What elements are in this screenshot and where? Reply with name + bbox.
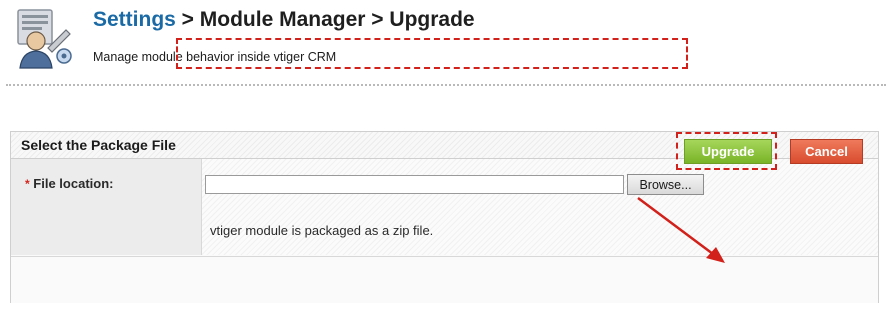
- settings-user-tools-icon: [17, 9, 72, 69]
- upgrade-highlight-box: [676, 132, 777, 170]
- file-location-label-text: File location:: [33, 176, 114, 191]
- breadcrumb-separator: >: [365, 8, 390, 31]
- breadcrumb-separator: >: [175, 8, 200, 31]
- field-label-cell: * File location:: [11, 159, 202, 255]
- breadcrumb-module-manager: Module Manager: [199, 8, 366, 31]
- header-divider: [6, 84, 886, 86]
- file-help-text: vtiger module is packaged as a zip file.: [210, 223, 434, 238]
- browse-button[interactable]: Browse...: [627, 174, 704, 195]
- breadcrumb-current-page: Upgrade: [389, 8, 475, 31]
- field-value-cell: Browse... vtiger module is packaged as a…: [202, 159, 878, 255]
- file-input-highlight-box: [176, 38, 688, 69]
- required-marker: *: [25, 177, 30, 191]
- cancel-button[interactable]: Cancel: [790, 139, 863, 164]
- panel-title: Select the Package File: [21, 137, 176, 153]
- page-title: Settings > Module Manager > Upgrade: [93, 8, 475, 32]
- file-location-input[interactable]: [205, 175, 624, 194]
- file-location-label: * File location:: [25, 176, 113, 191]
- actions-row: [11, 256, 878, 303]
- breadcrumb-settings-link[interactable]: Settings: [93, 8, 176, 31]
